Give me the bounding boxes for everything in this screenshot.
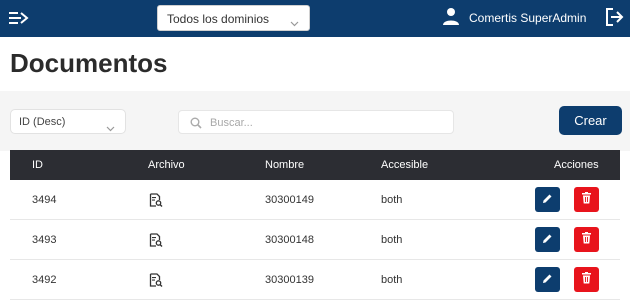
top-bar: Todos los dominios Comertis SuperAdmin [0, 0, 630, 37]
cell-id: 3494 [32, 194, 57, 206]
table-row: 3493 30300148 both [10, 220, 620, 260]
cell-nombre: 30300139 [265, 274, 314, 286]
chevron-down-icon [290, 14, 299, 32]
sort-select[interactable]: ID (Desc) [10, 109, 126, 134]
column-header-id[interactable]: ID [32, 159, 43, 171]
domain-select[interactable]: Todos los dominios [157, 5, 310, 31]
delete-button[interactable] [574, 267, 599, 292]
page-title: Documentos [10, 48, 168, 78]
user-name[interactable]: Comertis SuperAdmin [469, 11, 586, 25]
pencil-icon [542, 231, 553, 249]
table-row: 3494 30300149 both [10, 180, 620, 220]
file-search-icon[interactable] [149, 233, 163, 247]
edit-button[interactable] [535, 227, 560, 252]
pencil-icon [542, 271, 553, 289]
chevron-down-icon [106, 119, 115, 137]
menu-toggle-icon[interactable] [9, 9, 29, 27]
domain-select-value: Todos los dominios [167, 12, 270, 26]
search-input[interactable] [210, 114, 445, 131]
sort-select-value: ID (Desc) [19, 116, 66, 128]
documents-table: ID Archivo Nombre Accesible Acciones 349… [10, 150, 620, 300]
table-row: 3492 30300139 both [10, 260, 620, 300]
logout-icon[interactable] [605, 7, 625, 27]
file-search-icon[interactable] [149, 273, 163, 287]
cell-nombre: 30300149 [265, 194, 314, 206]
delete-button[interactable] [574, 227, 599, 252]
edit-button[interactable] [535, 267, 560, 292]
cell-accesible: both [381, 274, 403, 286]
column-header-accesible[interactable]: Accesible [381, 159, 428, 171]
column-header-nombre[interactable]: Nombre [265, 159, 304, 171]
trash-icon [581, 231, 592, 249]
edit-button[interactable] [535, 187, 560, 212]
cell-accesible: both [381, 194, 403, 206]
column-header-archivo[interactable]: Archivo [148, 159, 185, 171]
file-search-icon[interactable] [149, 193, 163, 207]
trash-icon [581, 191, 592, 209]
search-icon [190, 116, 202, 134]
cell-id: 3493 [32, 234, 57, 246]
trash-icon [581, 271, 592, 289]
create-button[interactable]: Crear [559, 106, 622, 135]
delete-button[interactable] [574, 187, 599, 212]
search-box [178, 110, 454, 134]
cell-accesible: both [381, 234, 403, 246]
cell-id: 3492 [32, 274, 57, 286]
user-icon [442, 7, 460, 25]
column-header-acciones: Acciones [554, 159, 599, 171]
table-header: ID Archivo Nombre Accesible Acciones [10, 150, 620, 180]
pencil-icon [542, 191, 553, 209]
cell-nombre: 30300148 [265, 234, 314, 246]
